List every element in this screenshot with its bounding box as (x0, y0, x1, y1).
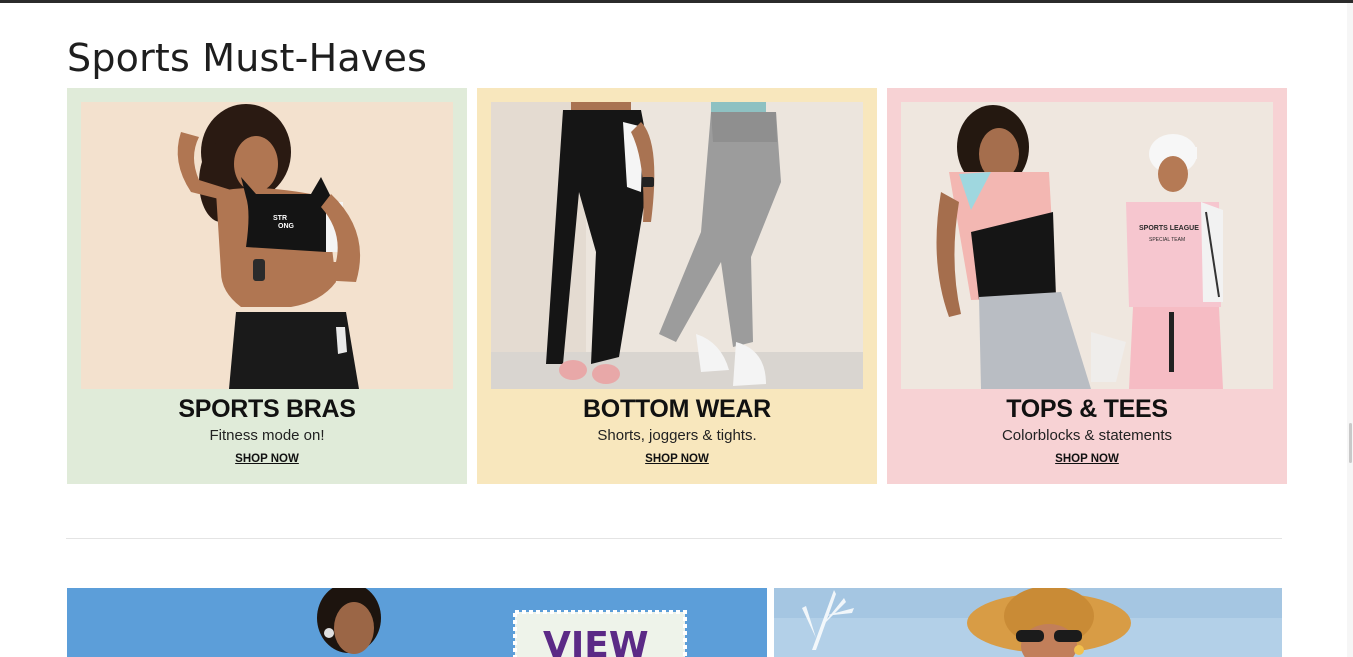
category-card-sports-bras[interactable]: STR ONG SPORTS BRAS Fitness mode on! SHO… (67, 88, 467, 484)
card-title: TOPS & TEES (1006, 395, 1168, 423)
card-title: SPORTS BRAS (178, 395, 356, 423)
category-card-tops-tees[interactable]: SPORTS LEAGUE SPECIAL TEAM TOPS & TEES C… (887, 88, 1287, 484)
section-title: Sports Must-Haves (67, 36, 428, 80)
shop-now-link[interactable]: SHOP NOW (887, 453, 1287, 465)
promo-banner-right[interactable] (774, 588, 1282, 657)
scrollbar-thumb[interactable] (1349, 423, 1352, 463)
shop-now-link[interactable]: SHOP NOW (67, 453, 467, 465)
svg-text:SPECIAL TEAM: SPECIAL TEAM (1149, 237, 1185, 243)
sports-bras-image[interactable]: STR ONG (81, 102, 453, 389)
svg-text:SPORTS LEAGUE: SPORTS LEAGUE (1139, 225, 1199, 232)
card-subtitle: Fitness mode on! (209, 427, 325, 444)
section-divider (66, 538, 1282, 539)
tops-tees-image[interactable]: SPORTS LEAGUE SPECIAL TEAM (901, 102, 1273, 389)
promo-banner-left[interactable]: VIEW (67, 588, 767, 657)
card-subtitle: Colorblocks & statements (1001, 427, 1173, 444)
card-subtitle: Shorts, joggers & tights. (597, 427, 757, 444)
card-title: BOTTOM WEAR (583, 395, 771, 423)
shop-now-link[interactable]: SHOP NOW (477, 453, 877, 465)
top-border (0, 0, 1353, 3)
bottom-wear-image[interactable] (491, 102, 863, 389)
banner-stamp-text: VIEW (543, 625, 649, 657)
scrollbar[interactable] (1347, 3, 1353, 657)
svg-text:ONG: ONG (278, 223, 295, 230)
category-card-bottom-wear[interactable]: BOTTOM WEAR Shorts, joggers & tights. SH… (477, 88, 877, 484)
svg-text:STR: STR (273, 215, 287, 222)
